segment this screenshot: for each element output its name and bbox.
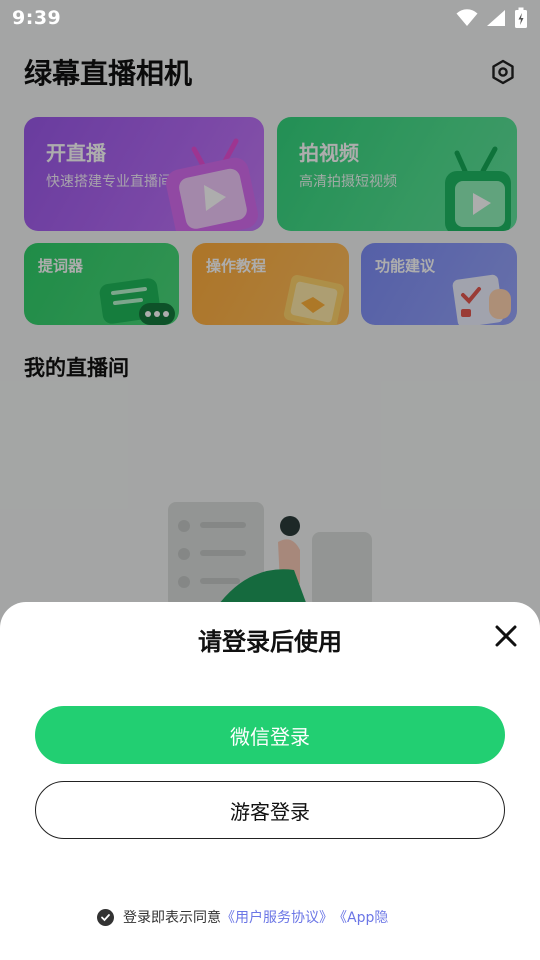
agreement-text: 登录即表示同意	[123, 910, 221, 926]
status-time: 9:39	[12, 7, 62, 29]
signal-icon	[487, 10, 505, 26]
wifi-icon	[456, 9, 478, 26]
agreement-checkbox[interactable]	[97, 908, 114, 926]
battery-icon	[515, 7, 527, 28]
text-fade	[380, 905, 440, 935]
agreement-row: 登录即表示同意 《用户服务协议》 《App隐	[97, 907, 388, 927]
login-sheet: 请登录后使用 微信登录 游客登录 登录即表示同意 《用户服务协议》 《App隐	[0, 602, 540, 960]
close-button[interactable]	[494, 624, 518, 648]
status-bar: 9:39	[0, 0, 540, 36]
wechat-login-button[interactable]: 微信登录	[35, 706, 505, 764]
login-sheet-title: 请登录后使用	[198, 628, 342, 656]
close-icon	[495, 625, 517, 647]
user-agreement-link[interactable]: 《用户服务协议》	[221, 907, 333, 927]
status-icons	[456, 7, 528, 29]
check-icon	[101, 913, 110, 921]
guest-login-button[interactable]: 游客登录	[35, 781, 505, 839]
